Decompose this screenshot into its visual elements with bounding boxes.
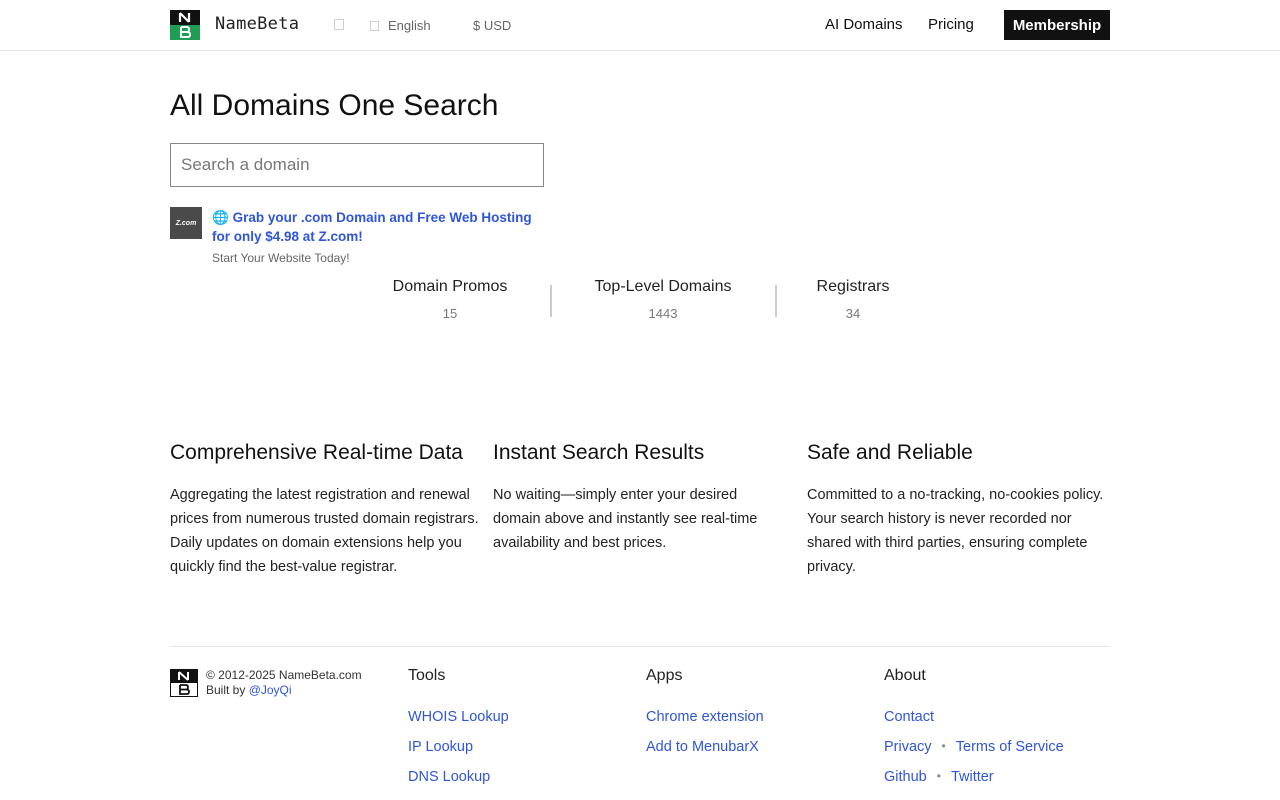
- ip-lookup-link[interactable]: IP Lookup: [408, 737, 509, 767]
- feature-title: Instant Search Results: [493, 441, 705, 464]
- stat-top-level-domains[interactable]: Top-Level Domains 1443: [583, 278, 743, 321]
- stat-label: Domain Promos: [392, 278, 508, 295]
- promo-subtitle: Start Your Website Today!: [212, 251, 350, 265]
- footer-apps: Apps Chrome extension Add to MenubarX: [646, 667, 764, 767]
- social-links: Github • Twitter: [884, 767, 1064, 797]
- feature-realtime-data: Comprehensive Real-time Data Aggregating…: [170, 441, 480, 579]
- footer-tools: Tools WHOIS Lookup IP Lookup DNS Lookup: [408, 667, 509, 797]
- stat-divider: [775, 285, 777, 317]
- domain-search-input[interactable]: [170, 143, 544, 187]
- stat-registrars[interactable]: Registrars 34: [803, 278, 903, 321]
- menubarx-link[interactable]: Add to MenubarX: [646, 737, 764, 767]
- built-by: Built by @JoyQi: [206, 683, 362, 698]
- built-by-label: Built by: [206, 683, 246, 697]
- dns-lookup-link[interactable]: DNS Lookup: [408, 767, 509, 797]
- feature-safe-reliable: Safe and Reliable Committed to a no-trac…: [807, 441, 1107, 579]
- brand-name[interactable]: NameBeta: [215, 14, 299, 34]
- zcom-logo[interactable]: Z.com: [170, 207, 202, 239]
- stat-domain-promos[interactable]: Domain Promos 15: [380, 278, 520, 321]
- footer-copyright: © 2012-2025 NameBeta.com Built by @JoyQi: [206, 668, 362, 698]
- nav-pricing[interactable]: Pricing: [928, 16, 974, 33]
- copyright-text: © 2012-2025 NameBeta.com: [206, 668, 362, 682]
- whois-lookup-link[interactable]: WHOIS Lookup: [408, 707, 509, 737]
- globe-emoji-icon: 🌐: [212, 210, 229, 225]
- membership-button[interactable]: Membership: [1004, 10, 1110, 40]
- namebeta-logo-icon[interactable]: [170, 10, 200, 40]
- privacy-link[interactable]: Privacy: [884, 737, 932, 767]
- footer-divider: [170, 646, 1110, 647]
- theme-toggle-icon[interactable]: [334, 19, 344, 30]
- separator-dot: •: [936, 769, 941, 783]
- chrome-extension-link[interactable]: Chrome extension: [646, 707, 764, 737]
- feature-text: No waiting—simply enter your desired dom…: [493, 487, 758, 551]
- stat-value: 34: [845, 306, 861, 321]
- page-title: All Domains One Search: [170, 89, 499, 122]
- stat-label: Top-Level Domains: [594, 278, 732, 295]
- language-label: English: [388, 18, 431, 33]
- footer-about: About Contact Privacy • Terms of Service…: [884, 667, 1064, 797]
- stat-divider: [550, 285, 552, 317]
- stat-value: 15: [442, 306, 458, 321]
- legal-links: Privacy • Terms of Service: [884, 737, 1064, 767]
- promo-link[interactable]: 🌐 Grab your .com Domain and Free Web Hos…: [212, 208, 552, 246]
- language-selector[interactable]: English: [370, 18, 431, 33]
- promo-title: Grab your .com Domain and Free Web Hosti…: [212, 210, 532, 244]
- feature-title: Safe and Reliable: [807, 441, 973, 464]
- feature-text: Aggregating the latest registration and …: [170, 487, 479, 575]
- feature-instant-search: Instant Search Results No waiting—simply…: [493, 441, 783, 555]
- github-link[interactable]: Github: [884, 767, 927, 797]
- feature-text: Committed to a no-tracking, no-cookies p…: [807, 487, 1104, 575]
- footer-heading: About: [884, 667, 926, 684]
- footer-logo-icon: [170, 669, 198, 697]
- globe-icon: [370, 20, 379, 31]
- stat-value: 1443: [648, 306, 678, 321]
- feature-title: Comprehensive Real-time Data: [170, 441, 463, 464]
- author-link[interactable]: @JoyQi: [249, 683, 292, 697]
- nav-ai-domains[interactable]: AI Domains: [825, 16, 903, 33]
- footer-heading: Tools: [408, 667, 446, 684]
- twitter-link[interactable]: Twitter: [951, 767, 994, 797]
- terms-link[interactable]: Terms of Service: [956, 737, 1064, 767]
- currency-selector[interactable]: $ USD: [473, 18, 511, 33]
- stat-label: Registrars: [816, 278, 890, 295]
- separator-dot: •: [941, 739, 946, 753]
- contact-link[interactable]: Contact: [884, 707, 1064, 737]
- site-header: NameBeta English $ USD AI Domains Pricin…: [0, 0, 1280, 51]
- footer-heading: Apps: [646, 667, 683, 684]
